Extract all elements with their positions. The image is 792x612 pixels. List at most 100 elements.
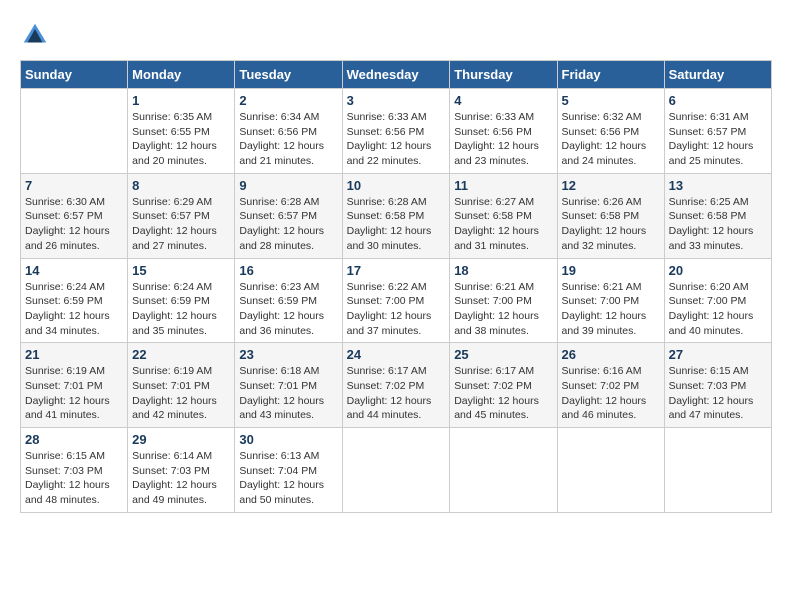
day-info: Sunrise: 6:23 AM Sunset: 6:59 PM Dayligh… [239,280,337,339]
calendar-cell: 3 Sunrise: 6:33 AM Sunset: 6:56 PM Daylig… [342,89,450,174]
day-number: 8 [132,178,230,193]
day-number: 30 [239,432,337,447]
day-number: 27 [669,347,767,362]
day-number: 4 [454,93,552,108]
day-info: Sunrise: 6:17 AM Sunset: 7:02 PM Dayligh… [454,364,552,423]
day-info: Sunrise: 6:14 AM Sunset: 7:03 PM Dayligh… [132,449,230,508]
calendar-cell: 12 Sunrise: 6:26 AM Sunset: 6:58 PM Dayli… [557,173,664,258]
day-number: 29 [132,432,230,447]
day-info: Sunrise: 6:29 AM Sunset: 6:57 PM Dayligh… [132,195,230,254]
day-info: Sunrise: 6:21 AM Sunset: 7:00 PM Dayligh… [562,280,660,339]
calendar-cell: 27 Sunrise: 6:15 AM Sunset: 7:03 PM Dayli… [664,343,771,428]
calendar-cell: 26 Sunrise: 6:16 AM Sunset: 7:02 PM Dayli… [557,343,664,428]
day-info: Sunrise: 6:19 AM Sunset: 7:01 PM Dayligh… [25,364,123,423]
day-number: 1 [132,93,230,108]
calendar-table: SundayMondayTuesdayWednesdayThursdayFrid… [20,60,772,513]
day-number: 25 [454,347,552,362]
calendar-cell: 30 Sunrise: 6:13 AM Sunset: 7:04 PM Dayli… [235,428,342,513]
day-number: 17 [347,263,446,278]
day-number: 5 [562,93,660,108]
calendar-cell: 11 Sunrise: 6:27 AM Sunset: 6:58 PM Dayli… [450,173,557,258]
day-info: Sunrise: 6:19 AM Sunset: 7:01 PM Dayligh… [132,364,230,423]
day-number: 14 [25,263,123,278]
day-number: 21 [25,347,123,362]
day-number: 13 [669,178,767,193]
calendar-week-2: 7 Sunrise: 6:30 AM Sunset: 6:57 PM Daylig… [21,173,772,258]
day-info: Sunrise: 6:28 AM Sunset: 6:58 PM Dayligh… [347,195,446,254]
day-number: 22 [132,347,230,362]
calendar-cell: 29 Sunrise: 6:14 AM Sunset: 7:03 PM Dayli… [128,428,235,513]
calendar-cell: 8 Sunrise: 6:29 AM Sunset: 6:57 PM Daylig… [128,173,235,258]
calendar-header-friday: Friday [557,61,664,89]
day-info: Sunrise: 6:24 AM Sunset: 6:59 PM Dayligh… [132,280,230,339]
day-info: Sunrise: 6:20 AM Sunset: 7:00 PM Dayligh… [669,280,767,339]
day-info: Sunrise: 6:22 AM Sunset: 7:00 PM Dayligh… [347,280,446,339]
calendar-header-wednesday: Wednesday [342,61,450,89]
calendar-cell: 17 Sunrise: 6:22 AM Sunset: 7:00 PM Dayli… [342,258,450,343]
calendar-week-1: 1 Sunrise: 6:35 AM Sunset: 6:55 PM Daylig… [21,89,772,174]
page-header [20,20,772,50]
day-number: 7 [25,178,123,193]
day-number: 19 [562,263,660,278]
calendar-cell: 5 Sunrise: 6:32 AM Sunset: 6:56 PM Daylig… [557,89,664,174]
day-info: Sunrise: 6:33 AM Sunset: 6:56 PM Dayligh… [347,110,446,169]
day-info: Sunrise: 6:35 AM Sunset: 6:55 PM Dayligh… [132,110,230,169]
calendar-cell: 13 Sunrise: 6:25 AM Sunset: 6:58 PM Dayli… [664,173,771,258]
day-info: Sunrise: 6:31 AM Sunset: 6:57 PM Dayligh… [669,110,767,169]
day-info: Sunrise: 6:18 AM Sunset: 7:01 PM Dayligh… [239,364,337,423]
day-info: Sunrise: 6:30 AM Sunset: 6:57 PM Dayligh… [25,195,123,254]
day-info: Sunrise: 6:28 AM Sunset: 6:57 PM Dayligh… [239,195,337,254]
day-info: Sunrise: 6:25 AM Sunset: 6:58 PM Dayligh… [669,195,767,254]
day-number: 15 [132,263,230,278]
calendar-cell: 1 Sunrise: 6:35 AM Sunset: 6:55 PM Daylig… [128,89,235,174]
calendar-cell [664,428,771,513]
day-info: Sunrise: 6:34 AM Sunset: 6:56 PM Dayligh… [239,110,337,169]
calendar-header-row: SundayMondayTuesdayWednesdayThursdayFrid… [21,61,772,89]
day-info: Sunrise: 6:26 AM Sunset: 6:58 PM Dayligh… [562,195,660,254]
day-number: 2 [239,93,337,108]
day-info: Sunrise: 6:32 AM Sunset: 6:56 PM Dayligh… [562,110,660,169]
calendar-week-5: 28 Sunrise: 6:15 AM Sunset: 7:03 PM Dayli… [21,428,772,513]
calendar-cell: 23Sunrise: 6:18 AM Sunset: 7:01 PM Dayli… [235,343,342,428]
day-info: Sunrise: 6:27 AM Sunset: 6:58 PM Dayligh… [454,195,552,254]
calendar-cell: 25 Sunrise: 6:17 AM Sunset: 7:02 PM Dayli… [450,343,557,428]
calendar-cell [557,428,664,513]
day-number: 28 [25,432,123,447]
calendar-cell: 9 Sunrise: 6:28 AM Sunset: 6:57 PM Daylig… [235,173,342,258]
calendar-cell: 10 Sunrise: 6:28 AM Sunset: 6:58 PM Dayli… [342,173,450,258]
day-info: Sunrise: 6:15 AM Sunset: 7:03 PM Dayligh… [669,364,767,423]
calendar-cell: 18Sunrise: 6:21 AM Sunset: 7:00 PM Dayli… [450,258,557,343]
calendar-cell [342,428,450,513]
day-number: 26 [562,347,660,362]
day-number: 11 [454,178,552,193]
day-info: Sunrise: 6:21 AM Sunset: 7:00 PM Dayligh… [454,280,552,339]
calendar-cell: 14Sunrise: 6:24 AM Sunset: 6:59 PM Dayli… [21,258,128,343]
day-info: Sunrise: 6:15 AM Sunset: 7:03 PM Dayligh… [25,449,123,508]
calendar-cell: 16 Sunrise: 6:23 AM Sunset: 6:59 PM Dayli… [235,258,342,343]
calendar-cell: 4Sunrise: 6:33 AM Sunset: 6:56 PM Daylig… [450,89,557,174]
day-number: 6 [669,93,767,108]
calendar-cell: 7 Sunrise: 6:30 AM Sunset: 6:57 PM Daylig… [21,173,128,258]
day-info: Sunrise: 6:16 AM Sunset: 7:02 PM Dayligh… [562,364,660,423]
calendar-week-3: 14 Sunrise: 6:24 AM Sunset: 6:59 PM Dayli… [21,258,772,343]
day-number: 12 [562,178,660,193]
calendar-header-saturday: Saturday [664,61,771,89]
day-info: Sunrise: 6:17 AM Sunset: 7:02 PM Dayligh… [347,364,446,423]
calendar-cell: 22 Sunrise: 6:19 AM Sunset: 7:01 PM Dayli… [128,343,235,428]
calendar-cell [450,428,557,513]
day-info: Sunrise: 6:13 AM Sunset: 7:04 PM Dayligh… [239,449,337,508]
logo [20,20,54,50]
calendar-cell: 15 Sunrise: 6:24 AM Sunset: 6:59 PM Dayli… [128,258,235,343]
day-number: 9 [239,178,337,193]
calendar-header-thursday: Thursday [450,61,557,89]
calendar-header-tuesday: Tuesday [235,61,342,89]
day-number: 20 [669,263,767,278]
day-number: 10 [347,178,446,193]
day-number: 24 [347,347,446,362]
day-number: 16 [239,263,337,278]
calendar-header-sunday: Sunday [21,61,128,89]
day-number: 3 [347,93,446,108]
calendar-cell: 28 Sunrise: 6:15 AM Sunset: 7:03 PM Dayli… [21,428,128,513]
calendar-cell: 21 Sunrise: 6:19 AM Sunset: 7:01 PM Dayli… [21,343,128,428]
calendar-cell: 19 Sunrise: 6:21 AM Sunset: 7:00 PM Dayli… [557,258,664,343]
